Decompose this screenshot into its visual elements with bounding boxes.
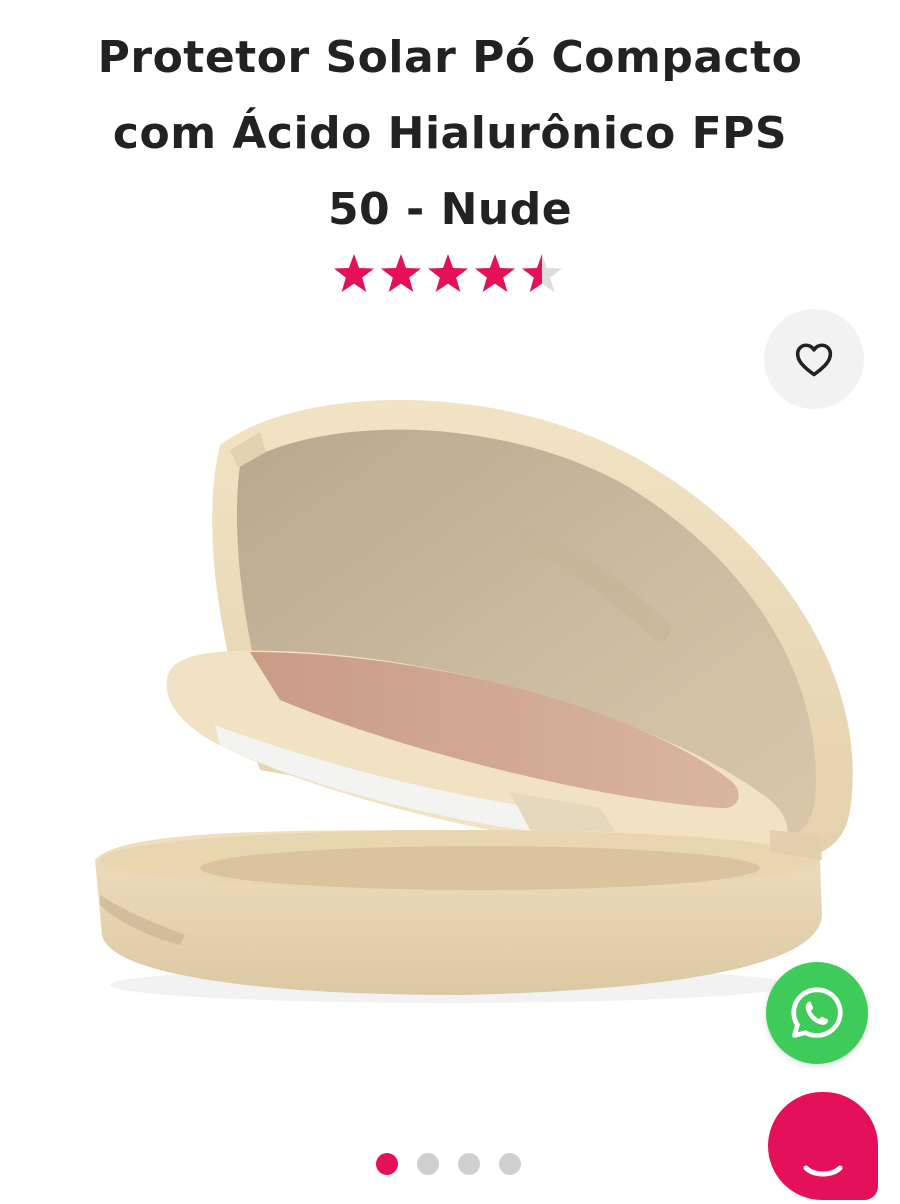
heart-outline-icon xyxy=(795,343,833,377)
rating-stars xyxy=(333,251,573,297)
carousel-pagination xyxy=(376,1152,526,1176)
product-title-line-3: 50 - Nude xyxy=(327,184,573,235)
chat-bubble-icon xyxy=(803,1165,843,1177)
whatsapp-icon xyxy=(791,987,843,1038)
product-title-line-1: Protetor Solar Pó Compacto xyxy=(97,32,803,83)
carousel-dot[interactable] xyxy=(376,1153,398,1175)
whatsapp-button[interactable] xyxy=(766,962,868,1064)
star-filled-icon xyxy=(475,254,515,292)
product-title-line-2: com Ácido Hialurônico FPS xyxy=(112,108,788,159)
star-filled-icon xyxy=(334,254,374,292)
product-title: Protetor Solar Pó Compacto com Ácido Hia… xyxy=(40,20,860,248)
carousel-dot[interactable] xyxy=(417,1153,439,1175)
rating-stars-graphic xyxy=(334,254,562,292)
carousel-dot[interactable] xyxy=(458,1153,480,1175)
star-filled-icon xyxy=(381,254,421,292)
product-image-compact-powder xyxy=(95,399,853,1003)
star-filled-icon xyxy=(428,254,468,292)
chat-button[interactable] xyxy=(768,1092,878,1200)
carousel-dot[interactable] xyxy=(499,1153,521,1175)
